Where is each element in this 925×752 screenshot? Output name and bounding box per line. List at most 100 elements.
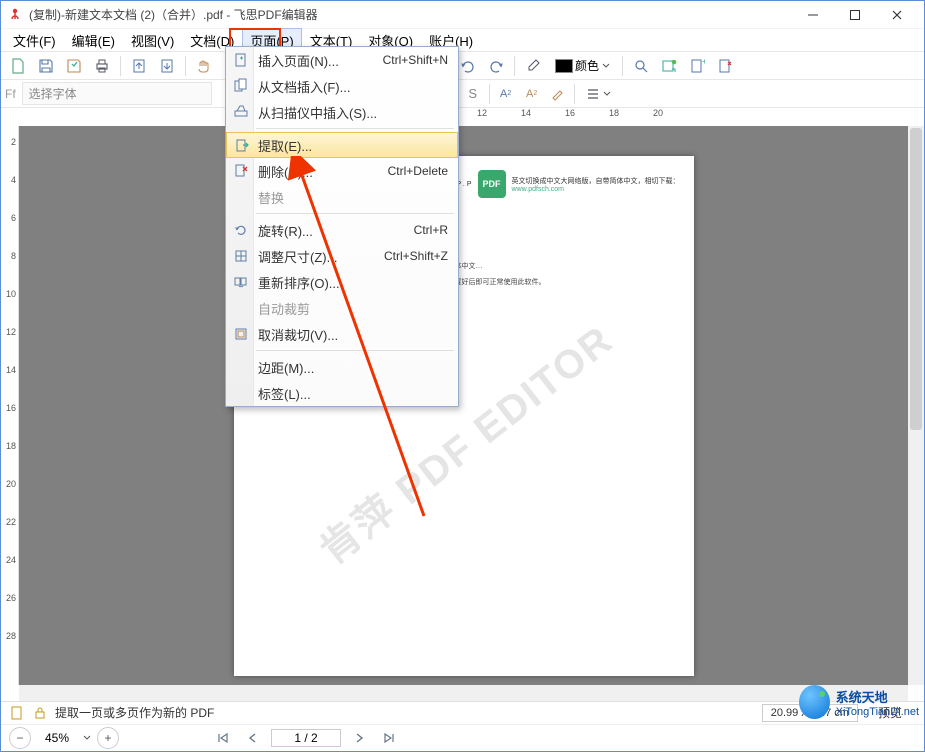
- first-page-button[interactable]: [211, 727, 235, 749]
- superscript-icon[interactable]: A2: [493, 82, 519, 106]
- status-bar: 提取一页或多页作为新的 PDF 20.99 x 29.7 cm 预览: [1, 701, 924, 724]
- menu-item-label: 自动裁剪: [258, 299, 310, 318]
- menu-autocrop: 自动裁剪: [226, 295, 458, 321]
- app-icon: [7, 7, 23, 23]
- uncrop-icon: [232, 325, 250, 343]
- menu-margins[interactable]: 边距(M)...: [226, 354, 458, 380]
- menu-insert-page[interactable]: 插入页面(N)... Ctrl+Shift+N: [226, 47, 458, 73]
- menu-separator: [256, 128, 454, 129]
- menu-separator: [256, 350, 454, 351]
- delete-icon: [232, 162, 250, 180]
- rotate-icon: [232, 221, 250, 239]
- zoom-level[interactable]: 45%: [37, 731, 77, 745]
- pdf-badge-icon: PDF: [478, 170, 506, 198]
- page-nav-prev-icon[interactable]: [126, 54, 152, 78]
- page-dropdown-menu: 插入页面(N)... Ctrl+Shift+N 从文档插入(F)... 从扫描仪…: [225, 46, 459, 407]
- menu-shortcut: Ctrl+Delete: [388, 164, 448, 178]
- ruler-top: 2468101214161820: [1, 108, 924, 126]
- document-canvas[interactable]: 肯萍 PDF EDITOR EP P:veA怎么 设置中文-EP . P PDF…: [19, 126, 908, 685]
- menu-labels[interactable]: 标签(L)...: [226, 380, 458, 406]
- menu-item-label: 重新排序(O)...: [258, 273, 340, 292]
- toolbars: 颜色 + Ff 选择字体 S A2 A2: [1, 52, 924, 126]
- next-page-button[interactable]: [347, 727, 371, 749]
- workspace: 246810121416182022242628 肯萍 PDF EDITOR E…: [1, 126, 924, 685]
- menu-insert-from-doc[interactable]: 从文档插入(F)...: [226, 73, 458, 99]
- menu-item-label: 旋转(R)...: [258, 221, 313, 240]
- horizontal-scrollbar[interactable]: [19, 685, 908, 700]
- status-text: 提取一页或多页作为新的 PDF: [55, 704, 214, 721]
- resize-icon: [232, 247, 250, 265]
- window-title: (复制)-新建文本文档 (2)（合并）.pdf - 飞思PDF编辑器: [29, 6, 318, 23]
- menu-delete[interactable]: 删除(D)... Ctrl+Delete: [226, 158, 458, 184]
- site-logo: 系统天地 XiTongTianDi.net: [799, 680, 919, 724]
- color-label: 颜色: [575, 57, 599, 74]
- hand-tool-icon[interactable]: [191, 54, 217, 78]
- svg-text:+: +: [702, 58, 705, 66]
- menu-resize[interactable]: 调整尺寸(Z)... Ctrl+Shift+Z: [226, 243, 458, 269]
- page-thumb-remove-icon[interactable]: [712, 54, 738, 78]
- save-as-icon[interactable]: [61, 54, 87, 78]
- page-status-icon: [9, 705, 25, 721]
- redo-icon[interactable]: [483, 54, 509, 78]
- font-size-icon[interactable]: S: [460, 82, 486, 106]
- menu-replace: 替换: [226, 184, 458, 210]
- menu-insert-from-scanner[interactable]: 从扫描仪中插入(S)...: [226, 99, 458, 125]
- from-doc-icon: [232, 77, 250, 95]
- eyedropper-icon[interactable]: [520, 54, 546, 78]
- zoom-in-button[interactable]: +: [97, 727, 119, 749]
- menu-edit[interactable]: 编辑(E): [64, 28, 123, 53]
- title-bar: (复制)-新建文本文档 (2)（合并）.pdf - 飞思PDF编辑器: [1, 1, 924, 28]
- color-swatch-icon: [555, 59, 573, 73]
- menu-reorder[interactable]: 重新排序(O)...: [226, 269, 458, 295]
- save-icon[interactable]: [33, 54, 59, 78]
- zoom-out-button[interactable]: −: [9, 727, 31, 749]
- menu-item-label: 提取(E)...: [258, 136, 312, 155]
- menu-file[interactable]: 文件(F): [5, 28, 64, 53]
- site-url: XiTongTianDi.net: [836, 706, 919, 718]
- extract-icon: [233, 137, 251, 155]
- site-logo-icon: [799, 685, 830, 719]
- toolbar-row-1: 颜色 +: [1, 52, 924, 80]
- menu-item-label: 替换: [258, 188, 284, 207]
- menu-extract[interactable]: 提取(E)...: [226, 132, 458, 158]
- add-stamp-icon[interactable]: [656, 54, 682, 78]
- menu-shortcut: Ctrl+R: [414, 223, 448, 237]
- menu-item-label: 删除(D)...: [258, 162, 313, 181]
- doc-header-sub: 英文切换成中文大网络版，自带简体中文，相切下载：: [512, 176, 680, 186]
- toolbar-row-2: Ff 选择字体 S A2 A2: [1, 80, 924, 108]
- menu-item-label: 调整尺寸(Z)...: [258, 247, 337, 266]
- maximize-button[interactable]: [834, 2, 876, 28]
- vertical-scrollbar[interactable]: [908, 126, 924, 685]
- page-thumb-add-icon[interactable]: +: [684, 54, 710, 78]
- last-page-button[interactable]: [377, 727, 401, 749]
- chevron-down-icon[interactable]: [83, 734, 91, 742]
- menu-view[interactable]: 视图(V): [123, 28, 182, 53]
- color-picker[interactable]: 颜色: [548, 54, 617, 78]
- menu-item-label: 从文档插入(F)...: [258, 77, 350, 96]
- menu-item-label: 标签(L)...: [258, 384, 311, 403]
- app-window: (复制)-新建文本文档 (2)（合并）.pdf - 飞思PDF编辑器 文件(F)…: [0, 0, 925, 752]
- close-button[interactable]: [876, 2, 918, 28]
- scroll-thumb[interactable]: [910, 128, 922, 430]
- print-icon[interactable]: [89, 54, 115, 78]
- menu-rotate[interactable]: 旋转(R)... Ctrl+R: [226, 217, 458, 243]
- site-name: 系统天地: [836, 687, 919, 706]
- highlight-icon[interactable]: [545, 82, 571, 106]
- font-prefix-icon: Ff: [5, 87, 16, 101]
- subscript-icon[interactable]: A2: [519, 82, 545, 106]
- page-nav-next-icon[interactable]: [154, 54, 180, 78]
- search-icon[interactable]: [628, 54, 654, 78]
- menu-item-label: 插入页面(N)...: [258, 51, 339, 70]
- menu-bar: 文件(F) 编辑(E) 视图(V) 文档(D) 页面(P) 文本(T) 对象(O…: [1, 28, 924, 52]
- scan-icon: [232, 103, 250, 121]
- lock-icon: [31, 704, 49, 722]
- prev-page-button[interactable]: [241, 727, 265, 749]
- menu-item-label: 从扫描仪中插入(S)...: [258, 103, 377, 122]
- new-file-icon[interactable]: [5, 54, 31, 78]
- minimize-button[interactable]: [792, 2, 834, 28]
- font-select[interactable]: 选择字体: [22, 82, 212, 105]
- line-spacing-icon[interactable]: [578, 82, 618, 106]
- page-number-input[interactable]: 1 / 2: [271, 729, 341, 747]
- menu-separator: [256, 213, 454, 214]
- menu-uncrop[interactable]: 取消裁切(V)...: [226, 321, 458, 347]
